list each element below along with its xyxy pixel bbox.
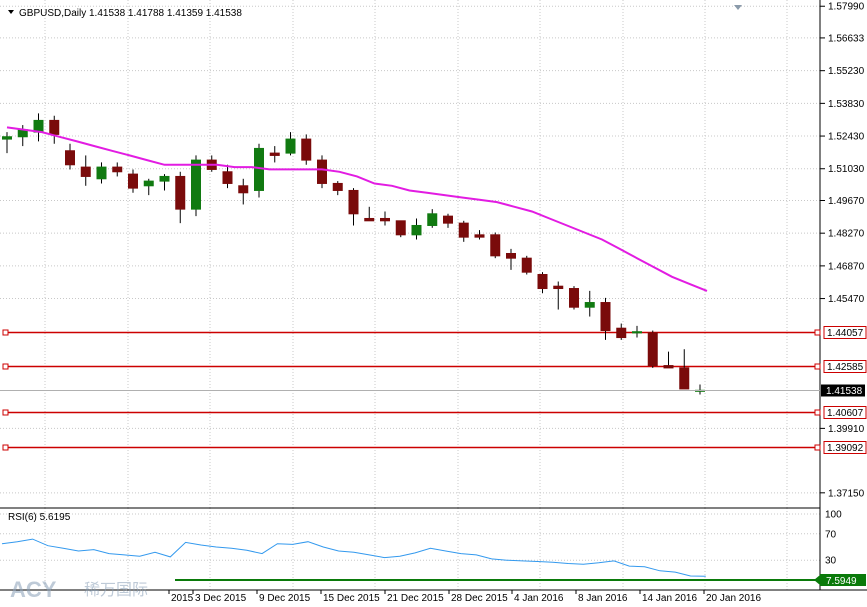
level-label: 1.40607	[827, 408, 864, 419]
candle-body	[191, 159, 201, 210]
candle-body	[427, 213, 438, 226]
level-label: 1.39092	[827, 443, 864, 454]
candle-body	[490, 234, 501, 257]
candle-body	[49, 119, 60, 135]
candle-body	[647, 332, 658, 367]
ohlc-values: 1.41538 1.41788 1.41359 1.41538	[89, 8, 242, 19]
time-tick-label: 21 Dec 2015	[387, 593, 444, 604]
candle-body	[600, 302, 611, 332]
current-price-label: 1.41538	[826, 386, 863, 397]
candle-body	[632, 331, 642, 334]
chart-background	[0, 0, 867, 607]
candle-body	[348, 189, 359, 215]
level-label: 1.42585	[827, 362, 864, 373]
rsi-tick-label: 70	[825, 529, 837, 540]
level-handle	[2, 444, 9, 451]
candle-body	[175, 175, 186, 210]
candle-body	[663, 365, 674, 369]
level-handle	[2, 329, 9, 336]
candle-body	[474, 234, 485, 238]
price-tick-label: 1.37150	[828, 488, 865, 499]
candle-body	[443, 215, 453, 224]
candle-body	[411, 224, 422, 236]
watermark-cjk: 稀万国际	[84, 580, 148, 599]
time-tick-label: 3 Dec 2015	[195, 593, 247, 604]
candle-body	[395, 220, 406, 236]
time-tick-label: 14 Jan 2016	[642, 593, 697, 604]
trading-chart[interactable]: 1.57990 1.56633 1.55230 1.53830 1.52430 1.510…	[0, 0, 867, 607]
time-tick-label: 2015	[171, 593, 194, 604]
price-tick-label: 1.45470	[828, 294, 865, 305]
time-tick-label: 9 Dec 2015	[259, 593, 311, 604]
candle-body	[584, 302, 595, 308]
watermark-latin: ACY	[10, 577, 57, 602]
rsi-tick-label: 100	[825, 510, 842, 521]
candle-body	[159, 175, 170, 182]
candle-body	[238, 185, 249, 194]
candle-body	[380, 217, 390, 222]
price-tick-label: 1.55230	[828, 66, 865, 77]
price-tick-label: 1.51030	[828, 164, 865, 175]
level-handle	[814, 444, 821, 451]
level-handle	[814, 363, 821, 370]
candle-body	[269, 152, 280, 156]
level-label: 1.44057	[827, 328, 864, 339]
level-handle	[814, 409, 821, 416]
level-handle	[2, 409, 9, 416]
candle-body	[65, 150, 75, 166]
candle-body	[616, 327, 627, 339]
price-tick-label: 1.57990	[828, 2, 865, 13]
time-tick-label: 4 Jan 2016	[514, 593, 564, 604]
candle-body	[80, 166, 91, 177]
candle-body	[458, 222, 469, 238]
candle-body	[222, 171, 233, 184]
candle-body	[301, 138, 312, 161]
time-tick-label: 15 Dec 2015	[323, 593, 380, 604]
price-tick-label: 1.49670	[828, 196, 865, 207]
candle-body	[553, 285, 564, 290]
candle-body	[569, 288, 579, 308]
rsi-label: RSI(6) 5.6195	[8, 512, 71, 523]
level-handle	[814, 329, 821, 336]
candle-body	[112, 166, 123, 173]
candle-body	[537, 274, 548, 290]
price-tick-label: 1.48270	[828, 229, 865, 240]
rsi-tick-label: 30	[825, 556, 837, 567]
price-tick-label: 1.46870	[828, 261, 865, 272]
price-tick-label: 1.52430	[828, 132, 865, 143]
time-tick-label: 20 Jan 2016	[706, 593, 761, 604]
candle-body	[679, 367, 690, 390]
level-handle	[2, 363, 9, 370]
candle-body	[521, 257, 532, 273]
price-tick-label: 1.39910	[828, 424, 865, 435]
candle-body	[364, 217, 375, 222]
candle-body	[317, 159, 327, 184]
candle-body	[128, 173, 138, 189]
rsi-value-label: 7.5949	[826, 576, 857, 587]
price-tick-label: 1.53830	[828, 99, 865, 110]
candle-body	[143, 180, 154, 187]
symbol-label: GBPUSD,Daily	[19, 8, 86, 19]
time-tick-label: 8 Jan 2016	[578, 593, 628, 604]
candle-body	[2, 136, 12, 140]
candle-body	[96, 166, 107, 180]
time-tick-label: 28 Dec 2015	[451, 593, 508, 604]
candle-body	[285, 138, 296, 154]
price-tick-label: 1.56633	[828, 33, 865, 44]
candle-body	[332, 182, 343, 191]
candle-body	[506, 252, 516, 259]
